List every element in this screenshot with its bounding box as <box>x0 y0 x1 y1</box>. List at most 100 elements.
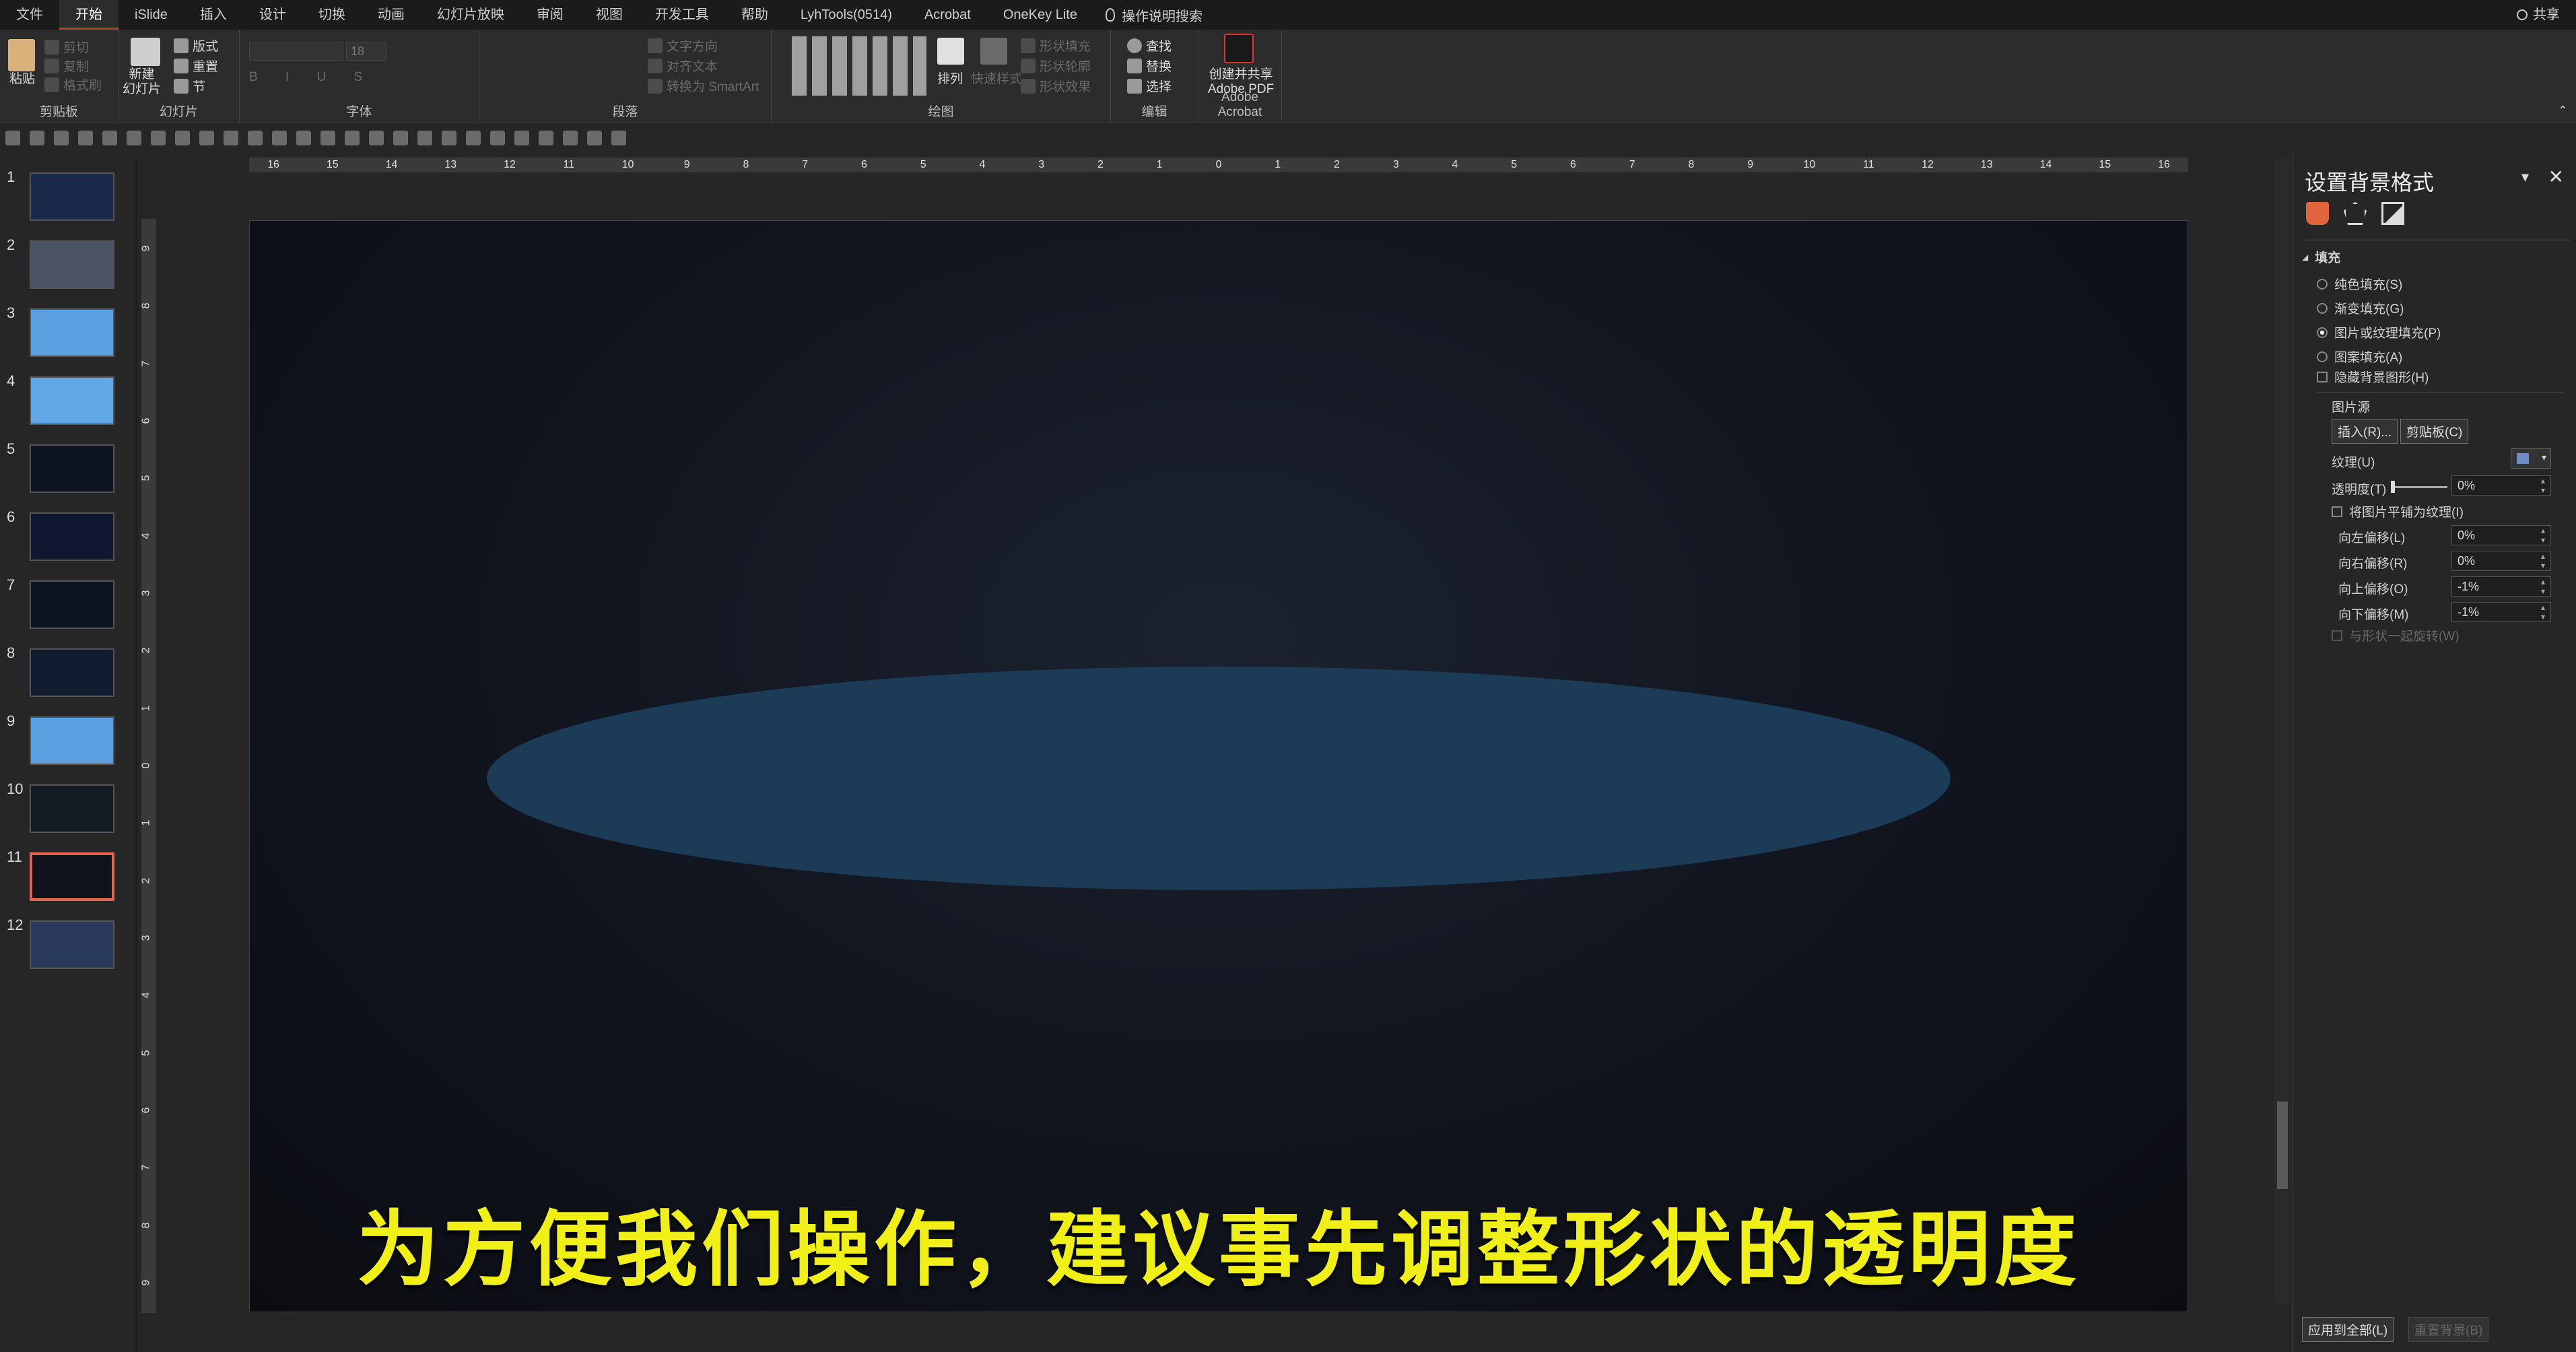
shapes-gallery[interactable] <box>792 36 926 96</box>
transparency-slider[interactable] <box>2391 481 2447 493</box>
cut-button[interactable]: 剪切 <box>44 38 89 56</box>
shape-fill-button[interactable]: 形状填充 <box>1021 36 1091 55</box>
qat-tool-icon[interactable] <box>369 131 384 145</box>
qat-tool-icon[interactable] <box>272 131 287 145</box>
offset-input[interactable]: 0% <box>2451 551 2551 571</box>
picture-icon[interactable] <box>2381 202 2404 225</box>
hide-background-checkbox[interactable]: 隐藏背景图形(H) <box>2317 368 2429 386</box>
replace-button[interactable]: 替换 <box>1127 57 1172 75</box>
quick-styles-button[interactable]: 快速样式 <box>971 69 1022 87</box>
slide-thumbnail[interactable]: 3 <box>0 304 128 365</box>
paste-icon[interactable] <box>8 39 35 71</box>
section-button[interactable]: 节 <box>174 77 205 95</box>
shape-effects-button[interactable]: 形状效果 <box>1021 77 1091 95</box>
font-size-box[interactable]: 18 <box>346 42 386 61</box>
qat-tool-icon[interactable] <box>127 131 141 145</box>
qat-tool-icon[interactable] <box>442 131 456 145</box>
slide-thumbnail[interactable]: 4 <box>0 372 128 433</box>
slide-thumbnail[interactable]: 11 <box>0 848 128 909</box>
tab-13[interactable]: Acrobat <box>908 0 987 30</box>
qat-tool-icon[interactable] <box>320 131 335 145</box>
pentagon-icon[interactable] <box>2344 202 2367 225</box>
reset-background-button[interactable]: 重置背景(B) <box>2408 1317 2489 1342</box>
close-icon[interactable]: ✕ <box>2548 166 2564 188</box>
align-text-button[interactable]: 对齐文本 <box>648 57 718 75</box>
qat-tool-icon[interactable] <box>466 131 481 145</box>
pane-splitter[interactable] <box>135 159 137 1352</box>
qat-tool-icon[interactable] <box>248 131 263 145</box>
texture-picker[interactable]: ▾ <box>2511 448 2551 469</box>
qat-tool-icon[interactable] <box>199 131 214 145</box>
arrange-button[interactable]: 排列 <box>937 69 963 87</box>
fill-option-radio[interactable]: 图片或纹理填充(P) <box>2317 323 2441 341</box>
qat-tool-icon[interactable] <box>151 131 166 145</box>
qat-tool-icon[interactable] <box>417 131 432 145</box>
apply-to-all-button[interactable]: 应用到全部(L) <box>2302 1317 2394 1342</box>
qat-tool-icon[interactable] <box>102 131 117 145</box>
slide-thumbnail[interactable]: 10 <box>0 780 128 841</box>
qat-tool-icon[interactable] <box>296 131 311 145</box>
qat-tool-icon[interactable] <box>78 131 93 145</box>
paste-button[interactable]: 粘贴 <box>9 69 35 87</box>
clipboard-button[interactable]: 剪贴板(C) <box>2400 419 2469 444</box>
slide-thumbnail[interactable]: 8 <box>0 644 128 705</box>
smartart-button[interactable]: 转换为 SmartArt <box>648 77 759 95</box>
tab-12[interactable]: LyhTools(0514) <box>784 0 908 30</box>
text-direction-button[interactable]: 文字方向 <box>648 36 718 55</box>
slide-thumbnail[interactable]: 7 <box>0 576 128 637</box>
tab-14[interactable]: OneKey Lite <box>987 0 1093 30</box>
offset-input[interactable]: -1% <box>2451 602 2551 622</box>
tell-me-search[interactable]: 操作说明搜索 <box>1093 5 1215 25</box>
shape-outline-button[interactable]: 形状轮廓 <box>1021 57 1091 75</box>
reset-button[interactable]: 重置 <box>174 57 218 75</box>
scrollbar-thumb[interactable] <box>2277 1102 2288 1189</box>
collapse-ribbon-icon[interactable]: ⌃ <box>2558 104 2568 118</box>
pane-options-icon[interactable]: ▾ <box>2521 168 2529 186</box>
slide-thumbnail[interactable]: 2 <box>0 236 128 297</box>
tab-5[interactable]: 切换 <box>302 0 362 30</box>
rotate-with-shape-checkbox[interactable]: 与形状一起旋转(W) <box>2332 626 2460 644</box>
acrobat-pdf-icon[interactable] <box>1224 34 1254 63</box>
slide-thumbnail[interactable]: 6 <box>0 508 128 569</box>
layout-button[interactable]: 版式 <box>174 36 218 55</box>
tab-7[interactable]: 幻灯片放映 <box>421 0 520 30</box>
qat-tool-icon[interactable] <box>5 131 20 145</box>
transparency-input[interactable]: 0% <box>2451 475 2551 496</box>
fill-option-radio[interactable]: 纯色填充(S) <box>2317 275 2402 293</box>
font-name-box[interactable] <box>249 42 343 61</box>
slide-thumbnail[interactable]: 1 <box>0 168 128 229</box>
find-button[interactable]: 查找 <box>1127 36 1172 55</box>
tab-2[interactable]: iSlide <box>118 0 184 30</box>
tab-6[interactable]: 动画 <box>362 0 421 30</box>
qat-tool-icon[interactable] <box>563 131 578 145</box>
qat-tool-icon[interactable] <box>224 131 238 145</box>
tab-8[interactable]: 审阅 <box>520 0 580 30</box>
copy-button[interactable]: 复制 <box>44 57 89 75</box>
ellipse-shape[interactable] <box>487 667 1951 890</box>
qat-tool-icon[interactable] <box>539 131 553 145</box>
vertical-scrollbar[interactable] <box>2274 159 2291 1304</box>
qat-tool-icon[interactable] <box>393 131 408 145</box>
share-button[interactable]: 共享 <box>2517 0 2560 30</box>
qat-tool-icon[interactable] <box>587 131 602 145</box>
tab-3[interactable]: 插入 <box>184 0 243 30</box>
new-slide-icon[interactable] <box>131 38 160 66</box>
qat-tool-icon[interactable] <box>54 131 69 145</box>
qat-tool-icon[interactable] <box>611 131 626 145</box>
tab-0[interactable]: 文件 <box>0 0 59 30</box>
qat-tool-icon[interactable] <box>175 131 190 145</box>
tab-9[interactable]: 视图 <box>580 0 639 30</box>
slide-thumbnail[interactable]: 9 <box>0 712 128 773</box>
font-format-buttons[interactable]: B I U S <box>249 70 374 85</box>
tab-1[interactable]: 开始 <box>59 0 118 30</box>
fill-bucket-icon[interactable] <box>2306 202 2329 225</box>
offset-input[interactable]: -1% <box>2451 576 2551 597</box>
qat-tool-icon[interactable] <box>514 131 529 145</box>
fill-option-radio[interactable]: 图案填充(A) <box>2317 347 2402 366</box>
offset-input[interactable]: 0% <box>2451 525 2551 545</box>
tab-4[interactable]: 设计 <box>243 0 302 30</box>
tab-11[interactable]: 帮助 <box>725 0 784 30</box>
tile-texture-checkbox[interactable]: 将图片平铺为纹理(I) <box>2332 502 2464 520</box>
qat-tool-icon[interactable] <box>30 131 44 145</box>
slide-thumbnail[interactable]: 5 <box>0 440 128 501</box>
